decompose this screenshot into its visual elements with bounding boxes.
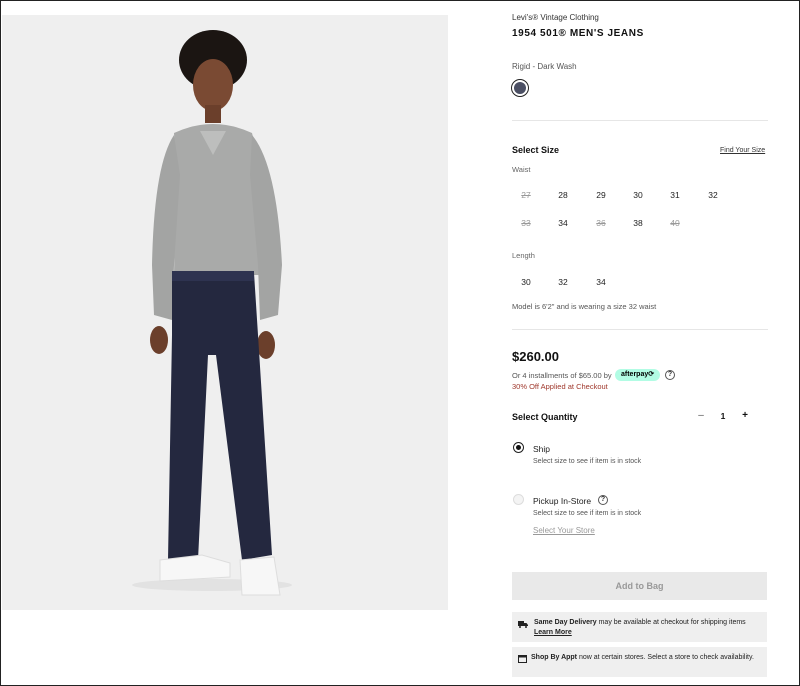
ship-option-subtext: Select size to see if item is in stock <box>533 458 642 465</box>
select-size-heading: Select Size <box>512 145 560 155</box>
pickup-option-subtext: Select size to see if item is in stock <box>533 510 642 517</box>
find-your-size-link[interactable]: Find Your Size <box>720 147 765 154</box>
select-quantity-heading: Select Quantity <box>512 412 578 422</box>
truck-icon <box>518 620 528 632</box>
model-size-note: Model is 6'2" and is wearing a size 32 w… <box>512 302 657 311</box>
same-day-delivery-box: Same Day Delivery may be available at ch… <box>512 612 767 642</box>
discount-text: 30% Off Applied at Checkout <box>512 382 608 391</box>
length-option-30[interactable]: 30 <box>513 274 539 290</box>
length-label: Length <box>512 251 535 260</box>
pickup-radio[interactable] <box>513 494 524 505</box>
waist-option-34[interactable]: 34 <box>550 215 576 231</box>
installments-text: Or 4 installments of $65.00 by <box>512 371 612 380</box>
waist-option-30[interactable]: 30 <box>625 187 651 203</box>
select-store-link[interactable]: Select Your Store <box>533 526 595 535</box>
quantity-value: 1 <box>720 411 726 421</box>
waist-label: Waist <box>512 165 531 174</box>
waist-option-33[interactable]: 33 <box>513 215 539 231</box>
swatch-fill <box>514 82 526 94</box>
waist-option-29[interactable]: 29 <box>588 187 614 203</box>
quantity-increase-button[interactable]: + <box>740 410 750 421</box>
brand-name: Levi's® Vintage Clothing <box>512 13 599 22</box>
learn-more-link[interactable]: Learn More <box>534 629 572 636</box>
pickup-option-title: Pickup In-Store <box>533 496 592 506</box>
length-option-34[interactable]: 34 <box>588 274 614 290</box>
product-image <box>2 15 448 610</box>
waist-option-28[interactable]: 28 <box>550 187 576 203</box>
length-option-32[interactable]: 32 <box>550 274 576 290</box>
afterpay-badge[interactable]: afterpay⟳ <box>615 369 661 381</box>
waist-option-40[interactable]: 40 <box>662 215 688 231</box>
waist-option-31[interactable]: 31 <box>662 187 688 203</box>
shop-by-appt-text: now at certain stores. Select a store to… <box>577 654 754 661</box>
ship-option-title: Ship <box>533 444 551 454</box>
shop-by-appt-label: Shop By Appt <box>531 654 578 661</box>
same-day-delivery-label: Same Day Delivery <box>534 619 597 626</box>
add-to-bag-button[interactable]: Add to Bag <box>512 572 767 600</box>
price: $260.00 <box>512 349 559 364</box>
shop-by-appt-box: Shop By Appt now at certain stores. Sele… <box>512 647 767 677</box>
afterpay-help-icon[interactable]: ? <box>665 370 675 380</box>
same-day-delivery-text: may be available at checkout for shippin… <box>596 619 746 626</box>
pickup-help-icon[interactable]: ? <box>598 495 608 505</box>
waist-option-27[interactable]: 27 <box>513 187 539 203</box>
quantity-decrease-button[interactable]: – <box>696 410 706 421</box>
divider <box>512 329 768 330</box>
product-title: 1954 501® MEN'S JEANS <box>512 28 644 39</box>
waist-option-36[interactable]: 36 <box>588 215 614 231</box>
calendar-icon <box>518 654 527 667</box>
color-name: Rigid - Dark Wash <box>512 62 577 71</box>
ship-radio[interactable] <box>513 442 524 453</box>
waist-option-38[interactable]: 38 <box>625 215 651 231</box>
divider <box>512 120 768 121</box>
waist-option-32[interactable]: 32 <box>700 187 726 203</box>
model-illustration <box>2 15 448 610</box>
color-swatch[interactable] <box>511 79 529 97</box>
